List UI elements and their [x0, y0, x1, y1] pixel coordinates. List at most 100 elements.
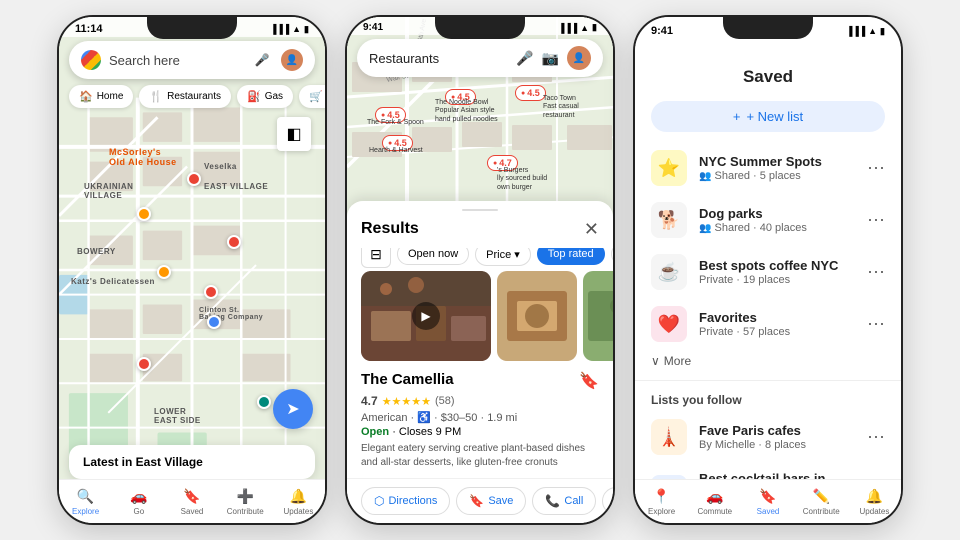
list-item-favorites[interactable]: ❤️ Favorites Private · 57 places ⋯	[635, 298, 901, 350]
p2-avatar[interactable]: 👤	[567, 46, 591, 70]
new-list-label: + New list	[746, 109, 803, 124]
east-village-label: EAST VILLAGE	[204, 182, 268, 191]
nav-contribute-1[interactable]: ➕ Contribute	[219, 480, 272, 523]
p3-explore-icon: 📍	[653, 488, 670, 505]
saved-icon: 🔖	[183, 488, 200, 505]
restaurant-image-2[interactable]	[497, 271, 577, 361]
map-pin-3[interactable]	[227, 235, 241, 249]
restaurant-icon: 🍴	[149, 90, 163, 103]
nav-explore-3[interactable]: 📍 Explore	[635, 480, 688, 523]
nav-updates-3[interactable]: 🔔 Updates	[848, 480, 901, 523]
p3-signal-icons: ▐▐▐ ▲ ▮	[846, 26, 885, 37]
search-placeholder: Search here	[109, 53, 243, 68]
saved-header: Saved	[635, 39, 901, 95]
favorites-more-btn[interactable]: ⋯	[867, 314, 885, 335]
nav-explore-1[interactable]: 🔍 Explore	[59, 480, 112, 523]
list-item-nyc-summer[interactable]: ⭐ NYC Summer Spots 👥 Shared · 5 places ⋯	[635, 142, 901, 194]
nav-saved-3[interactable]: 🔖 Saved	[741, 480, 794, 523]
paris-name: Fave Paris cafes	[699, 423, 855, 438]
rating-pin-3[interactable]: 4.5	[515, 85, 546, 101]
nav-contribute-3[interactable]: ✏️ Contribute	[795, 480, 848, 523]
mic-icon[interactable]: 🎤	[251, 49, 273, 71]
call-button[interactable]: 📞 Call	[532, 487, 596, 515]
navigate-button[interactable]: ➤	[273, 389, 313, 429]
wifi-icon: ▲	[292, 24, 301, 34]
results-panel: Results ✕ ⊟ Open now Price ▾ Top rated D…	[347, 201, 613, 523]
phone-3-content: 9:41 ▐▐▐ ▲ ▮ Saved + + New list ⭐ NYC Su…	[635, 17, 901, 523]
user-avatar[interactable]: 👤	[281, 49, 303, 71]
filter-deli[interactable]: Deli	[611, 248, 613, 266]
p2-time: 9:41	[363, 22, 383, 33]
more-lists-button[interactable]: ∨ More	[635, 350, 901, 376]
map-pin-2[interactable]	[187, 172, 201, 186]
filter-price[interactable]: Price ▾	[475, 248, 531, 266]
p3-signal: ▐▐▐	[846, 26, 865, 36]
restaurant-description: Elegant eatery serving creative plant-ba…	[361, 442, 599, 470]
signal-icon: ▐▐▐	[270, 24, 289, 34]
p2-camera-icon[interactable]: 📷	[542, 50, 559, 67]
nav-updates-1[interactable]: 🔔 Updates	[272, 480, 325, 523]
nyc-more-btn[interactable]: ⋯	[867, 158, 885, 179]
map-pin-5[interactable]	[207, 315, 221, 329]
top-rated-label: Top rated	[548, 248, 594, 260]
more-actions-button[interactable]: Or	[602, 487, 613, 515]
paris-text: Fave Paris cafes By Michelle · 8 places	[699, 423, 855, 451]
plus-icon: +	[733, 109, 741, 124]
img-svg-3	[583, 271, 613, 361]
p2-search-bar[interactable]: Restaurants 🎤 📷 👤	[357, 39, 603, 77]
home-pill[interactable]: 🏠 Home	[69, 85, 133, 108]
map-search-bar[interactable]: Search here 🎤 👤	[69, 41, 315, 79]
directions-button[interactable]: ⬡ Directions	[361, 487, 450, 515]
ukrainian-village-label: UKRAINIANVILLAGE	[84, 182, 133, 200]
map-pin-7[interactable]	[257, 395, 271, 409]
restaurant-image-1[interactable]: ▶	[361, 271, 491, 361]
map-pin-1[interactable]	[137, 207, 151, 221]
favorites-text: Favorites Private · 57 places	[699, 310, 855, 338]
explore-label: Explore	[72, 507, 99, 516]
fork-spoon-label: The Fork & Spoon	[367, 119, 424, 126]
nav-go-1[interactable]: 🚗 Go	[112, 480, 165, 523]
save-label: Save	[488, 495, 513, 507]
notch-2	[435, 17, 525, 39]
notch-3	[723, 17, 813, 39]
new-list-button[interactable]: + + New list	[651, 101, 885, 132]
coffee-more-btn[interactable]: ⋯	[867, 262, 885, 283]
p2-map-area: 6th Ave Wall St 9:41 ▐▐▐ ▲ ▮ Restaurants…	[347, 17, 613, 217]
grocery-pill[interactable]: 🛒 Groc	[299, 85, 325, 108]
list-item-coffee[interactable]: ☕ Best spots coffee NYC Private · 19 pla…	[635, 246, 901, 298]
paris-more-btn[interactable]: ⋯	[867, 427, 885, 448]
noodle-bowl-label: The Noodle BowlPopular Asian stylehand p…	[435, 99, 498, 124]
p2-mic-icon[interactable]: 🎤	[516, 50, 533, 67]
map-pin-4[interactable]	[157, 265, 171, 279]
latest-card[interactable]: Latest in East Village	[69, 445, 315, 479]
gas-pill[interactable]: ⛽ Gas	[237, 85, 293, 108]
paris-icon: 🗼	[651, 419, 687, 455]
list-item-dog-parks[interactable]: 🐕 Dog parks 👥 Shared · 40 places ⋯	[635, 194, 901, 246]
p3-battery: ▮	[880, 26, 885, 37]
restaurant-image-3[interactable]	[583, 271, 613, 361]
updates-label: Updates	[284, 507, 314, 516]
favorites-name: Favorites	[699, 310, 855, 325]
gas-icon: ⛽	[247, 90, 261, 103]
p2-battery: ▮	[592, 22, 597, 33]
restaurant-name: The Camellia	[361, 371, 454, 388]
filter-options-btn[interactable]: ⊟	[361, 248, 391, 269]
close-button[interactable]: ✕	[584, 219, 599, 240]
save-icon[interactable]: 🔖	[579, 371, 599, 391]
nav-saved-1[interactable]: 🔖 Saved	[165, 480, 218, 523]
save-button[interactable]: 🔖 Save	[456, 487, 526, 515]
call-icon: 📞	[545, 494, 560, 508]
layers-button[interactable]: ◧	[277, 117, 311, 151]
map-pin-nest[interactable]	[204, 285, 218, 299]
map-pin-6[interactable]	[137, 357, 151, 371]
nav-commute-3[interactable]: 🚗 Commute	[688, 480, 741, 523]
list-item-paris[interactable]: 🗼 Fave Paris cafes By Michelle · 8 place…	[635, 411, 901, 463]
filter-row: ⊟ Open now Price ▾ Top rated Deli	[347, 248, 613, 271]
restaurants-pill[interactable]: 🍴 Restaurants	[139, 85, 231, 108]
dog-more-btn[interactable]: ⋯	[867, 210, 885, 231]
filter-top-rated[interactable]: Top rated	[537, 248, 605, 266]
play-button[interactable]: ▶	[412, 302, 440, 330]
phone-2: 6th Ave Wall St 9:41 ▐▐▐ ▲ ▮ Restaurants…	[345, 15, 615, 525]
filter-open-now[interactable]: Open now	[397, 248, 469, 266]
dog-parks-icon: 🐕	[651, 202, 687, 238]
